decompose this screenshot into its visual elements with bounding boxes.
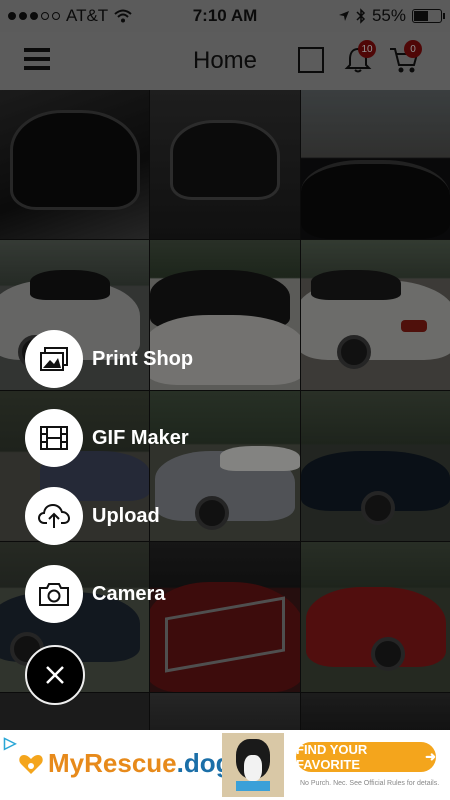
- close-icon: [46, 666, 64, 684]
- arrow-right-icon: ➜: [425, 749, 436, 764]
- cloud-upload-icon: [38, 503, 70, 528]
- upload-button[interactable]: Upload: [25, 487, 160, 545]
- ad-brand-text: MyRescue.dog: [48, 748, 232, 778]
- ad-brand: MyRescue.dog: [18, 748, 232, 779]
- fab-circle: [25, 409, 83, 467]
- ad-cta-button[interactable]: FIND YOUR FAVORITE ➜: [296, 742, 436, 772]
- print-shop-label: Print Shop: [92, 347, 194, 370]
- camera-button[interactable]: Camera: [25, 565, 165, 623]
- ad-fine-print: No Purch. Nec. See Official Rules for de…: [300, 780, 440, 787]
- ad-banner[interactable]: ▷ MyRescue.dog FIND YOUR FAVORITE ➜ No P…: [0, 730, 450, 800]
- fab-circle: [25, 487, 83, 545]
- upload-label: Upload: [92, 504, 160, 527]
- gif-maker-button[interactable]: GIF Maker: [25, 409, 189, 467]
- camera-icon: [39, 583, 69, 606]
- fab-circle: [25, 330, 83, 388]
- close-menu-button[interactable]: [25, 645, 85, 705]
- film-icon: [40, 426, 68, 450]
- ad-choices-icon[interactable]: ▷: [4, 733, 16, 753]
- photos-icon: [40, 347, 68, 371]
- ad-cta-label: FIND YOUR FAVORITE: [296, 742, 368, 772]
- fab-circle: [25, 565, 83, 623]
- gif-maker-label: GIF Maker: [92, 426, 189, 449]
- dog-photo: [222, 733, 284, 797]
- camera-label: Camera: [92, 582, 166, 605]
- heart-paw-icon: [19, 754, 43, 774]
- print-shop-button[interactable]: Print Shop: [25, 330, 193, 388]
